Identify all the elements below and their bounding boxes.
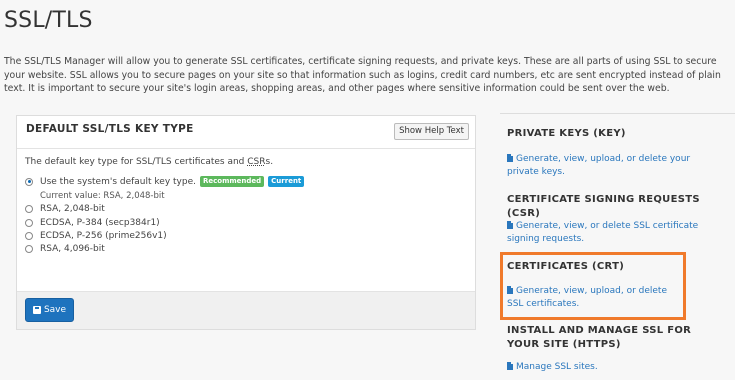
radio-button[interactable]	[25, 245, 33, 253]
key-type-option-ecdsa-p384[interactable]: ECDSA, P-384 (secp384r1)	[25, 218, 160, 228]
sidebar	[500, 113, 735, 114]
current-badge: Current	[268, 176, 305, 187]
key-type-description: The default key type for SSL/TLS certifi…	[25, 157, 274, 167]
panel-header: DEFAULT SSL/TLS KEY TYPE Show Help Text	[17, 116, 475, 149]
default-key-type-panel: DEFAULT SSL/TLS KEY TYPE Show Help Text …	[16, 115, 476, 330]
save-button-label: Save	[43, 305, 67, 315]
key-type-option-ecdsa-p256[interactable]: ECDSA, P-256 (prime256v1)	[25, 231, 167, 241]
section-heading-install-ssl: INSTALL AND MANAGE SSL FOR YOUR SITE (HT…	[507, 325, 692, 350]
show-help-text-button[interactable]: Show Help Text	[394, 123, 469, 140]
document-icon	[507, 154, 513, 162]
option-label: Use the system's default key type.	[40, 176, 196, 187]
option-label: RSA, 4,096-bit	[40, 244, 105, 254]
section-heading-csr: CERTIFICATE SIGNING REQUESTS (CSR)	[507, 194, 700, 219]
manage-ssl-sites-link[interactable]: Manage SSL sites.	[507, 361, 722, 374]
radio-button[interactable]	[25, 219, 33, 227]
radio-button[interactable]	[25, 205, 33, 213]
current-value-text: Current value: RSA, 2,048-bit	[40, 191, 165, 201]
save-disk-icon	[32, 306, 41, 314]
csr-abbr: CSR	[247, 157, 266, 167]
option-label: RSA, 2,048-bit	[40, 204, 105, 214]
section-heading-private-keys: PRIVATE KEYS (KEY)	[507, 128, 626, 139]
panel-title: DEFAULT SSL/TLS KEY TYPE	[26, 123, 194, 135]
option-label: ECDSA, P-256 (prime256v1)	[40, 231, 167, 241]
radio-button[interactable]	[25, 232, 33, 240]
key-type-option-rsa-4096[interactable]: RSA, 4,096-bit	[25, 244, 105, 254]
private-keys-link[interactable]: Generate, view, upload, or delete your p…	[507, 153, 722, 179]
document-icon	[507, 362, 513, 370]
certificates-highlight-box	[500, 252, 686, 320]
page-intro: The SSL/TLS Manager will allow you to ge…	[4, 56, 721, 94]
recommended-badge: Recommended	[199, 176, 265, 187]
save-button[interactable]: Save	[25, 298, 74, 322]
page-title: SSL/TLS	[4, 8, 93, 33]
radio-button[interactable]	[25, 177, 33, 186]
panel-footer: Save	[17, 291, 475, 329]
csr-link[interactable]: Generate, view, or delete SSL certificat…	[507, 220, 722, 246]
key-type-option-system-default[interactable]: Use the system's default key type. Recom…	[25, 176, 305, 187]
option-label: ECDSA, P-384 (secp384r1)	[40, 218, 160, 228]
document-icon	[507, 221, 513, 229]
key-type-option-rsa-2048[interactable]: RSA, 2,048-bit	[25, 204, 105, 214]
